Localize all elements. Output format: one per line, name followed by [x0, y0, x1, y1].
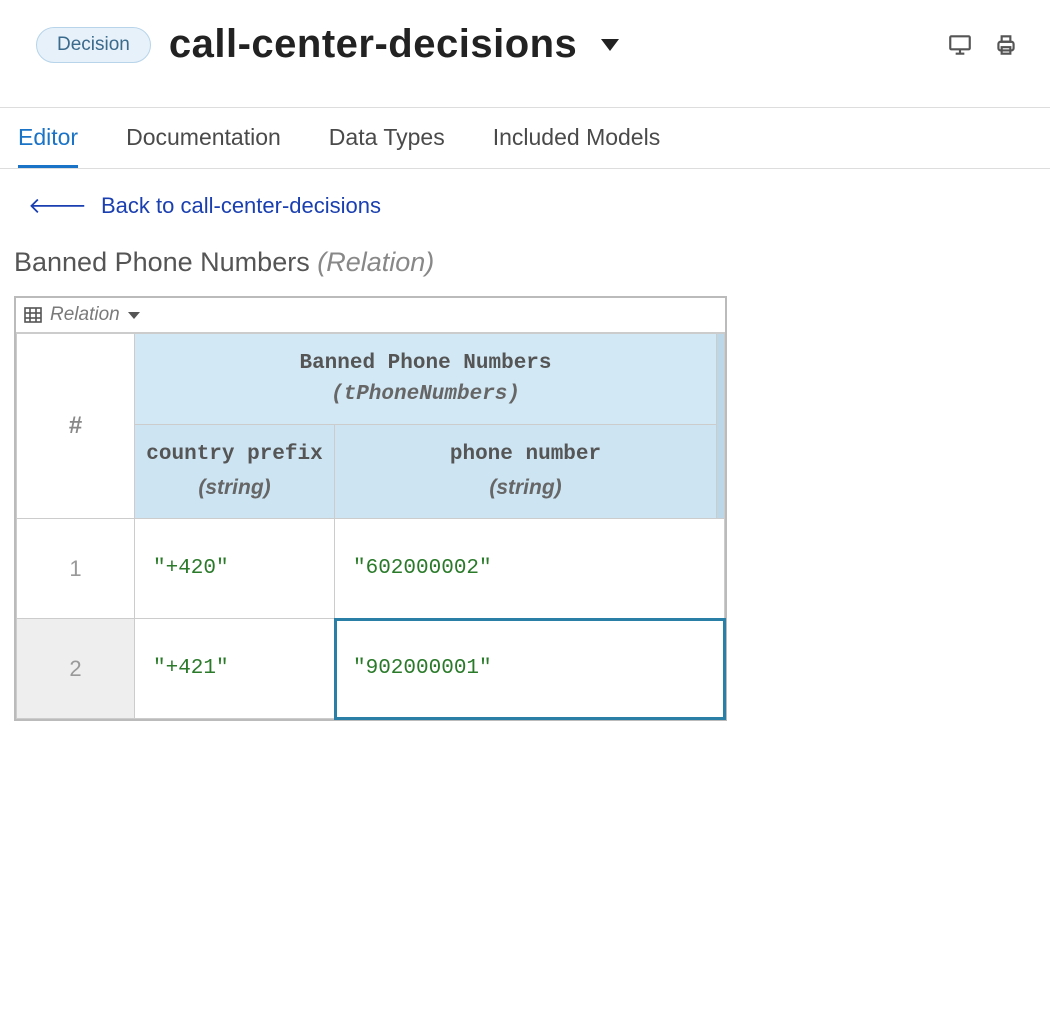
- column-name: country prefix: [146, 443, 322, 466]
- row-index[interactable]: 2: [17, 619, 135, 719]
- back-row: 🡐 Back to call-center-decisions: [0, 169, 1050, 239]
- table-row: 1 "+420" "602000002": [17, 519, 725, 619]
- column-type: (string): [145, 476, 324, 500]
- column-type: (string): [345, 476, 706, 500]
- tab-documentation[interactable]: Documentation: [126, 124, 281, 168]
- relation-type-dropdown[interactable]: Relation: [16, 298, 725, 333]
- tab-editor[interactable]: Editor: [18, 124, 78, 168]
- column-header-phone-number[interactable]: phone number (string): [335, 425, 717, 519]
- node-name: Banned Phone Numbers: [14, 247, 310, 277]
- cell-country-prefix[interactable]: "+420": [135, 519, 335, 619]
- add-column-handle[interactable]: [717, 334, 725, 519]
- print-icon[interactable]: [992, 32, 1020, 58]
- node-kind: (Relation): [317, 247, 434, 277]
- row-index-header: #: [17, 334, 135, 519]
- row-index[interactable]: 1: [17, 519, 135, 619]
- relation-group-header[interactable]: Banned Phone Numbers (tPhoneNumbers): [135, 334, 717, 425]
- cell-phone-number[interactable]: "902000001": [335, 619, 725, 719]
- chevron-down-icon: [128, 312, 140, 319]
- file-title: call-center-decisions: [169, 22, 577, 67]
- back-link[interactable]: Back to call-center-decisions: [101, 193, 381, 219]
- tab-bar: Editor Documentation Data Types Included…: [0, 108, 1050, 168]
- relation-group-title: Banned Phone Numbers: [299, 352, 551, 375]
- back-arrow-icon[interactable]: 🡐: [28, 193, 87, 219]
- tab-data-types[interactable]: Data Types: [329, 124, 445, 168]
- relation-group-type: (tPhoneNumbers): [145, 383, 706, 406]
- cell-phone-number[interactable]: "602000002": [335, 519, 725, 619]
- monitor-icon[interactable]: [946, 32, 974, 58]
- relation-table: # Banned Phone Numbers (tPhoneNumbers) c…: [16, 333, 725, 719]
- relation-type-label: Relation: [50, 304, 120, 326]
- table-row: 2 "+421" "902000001": [17, 619, 725, 719]
- cell-country-prefix[interactable]: "+421": [135, 619, 335, 719]
- grid-icon: [24, 307, 42, 323]
- type-badge: Decision: [36, 27, 151, 63]
- node-title: Banned Phone Numbers (Relation): [0, 239, 1050, 296]
- title-dropdown-icon[interactable]: [601, 39, 619, 51]
- column-header-country-prefix[interactable]: country prefix (string): [135, 425, 335, 519]
- column-name: phone number: [450, 443, 601, 466]
- relation-editor: Relation # Banned Phone Numbers (tPhoneN…: [14, 296, 727, 721]
- tab-included-models[interactable]: Included Models: [493, 124, 661, 168]
- title-bar: Decision call-center-decisions: [0, 0, 1050, 107]
